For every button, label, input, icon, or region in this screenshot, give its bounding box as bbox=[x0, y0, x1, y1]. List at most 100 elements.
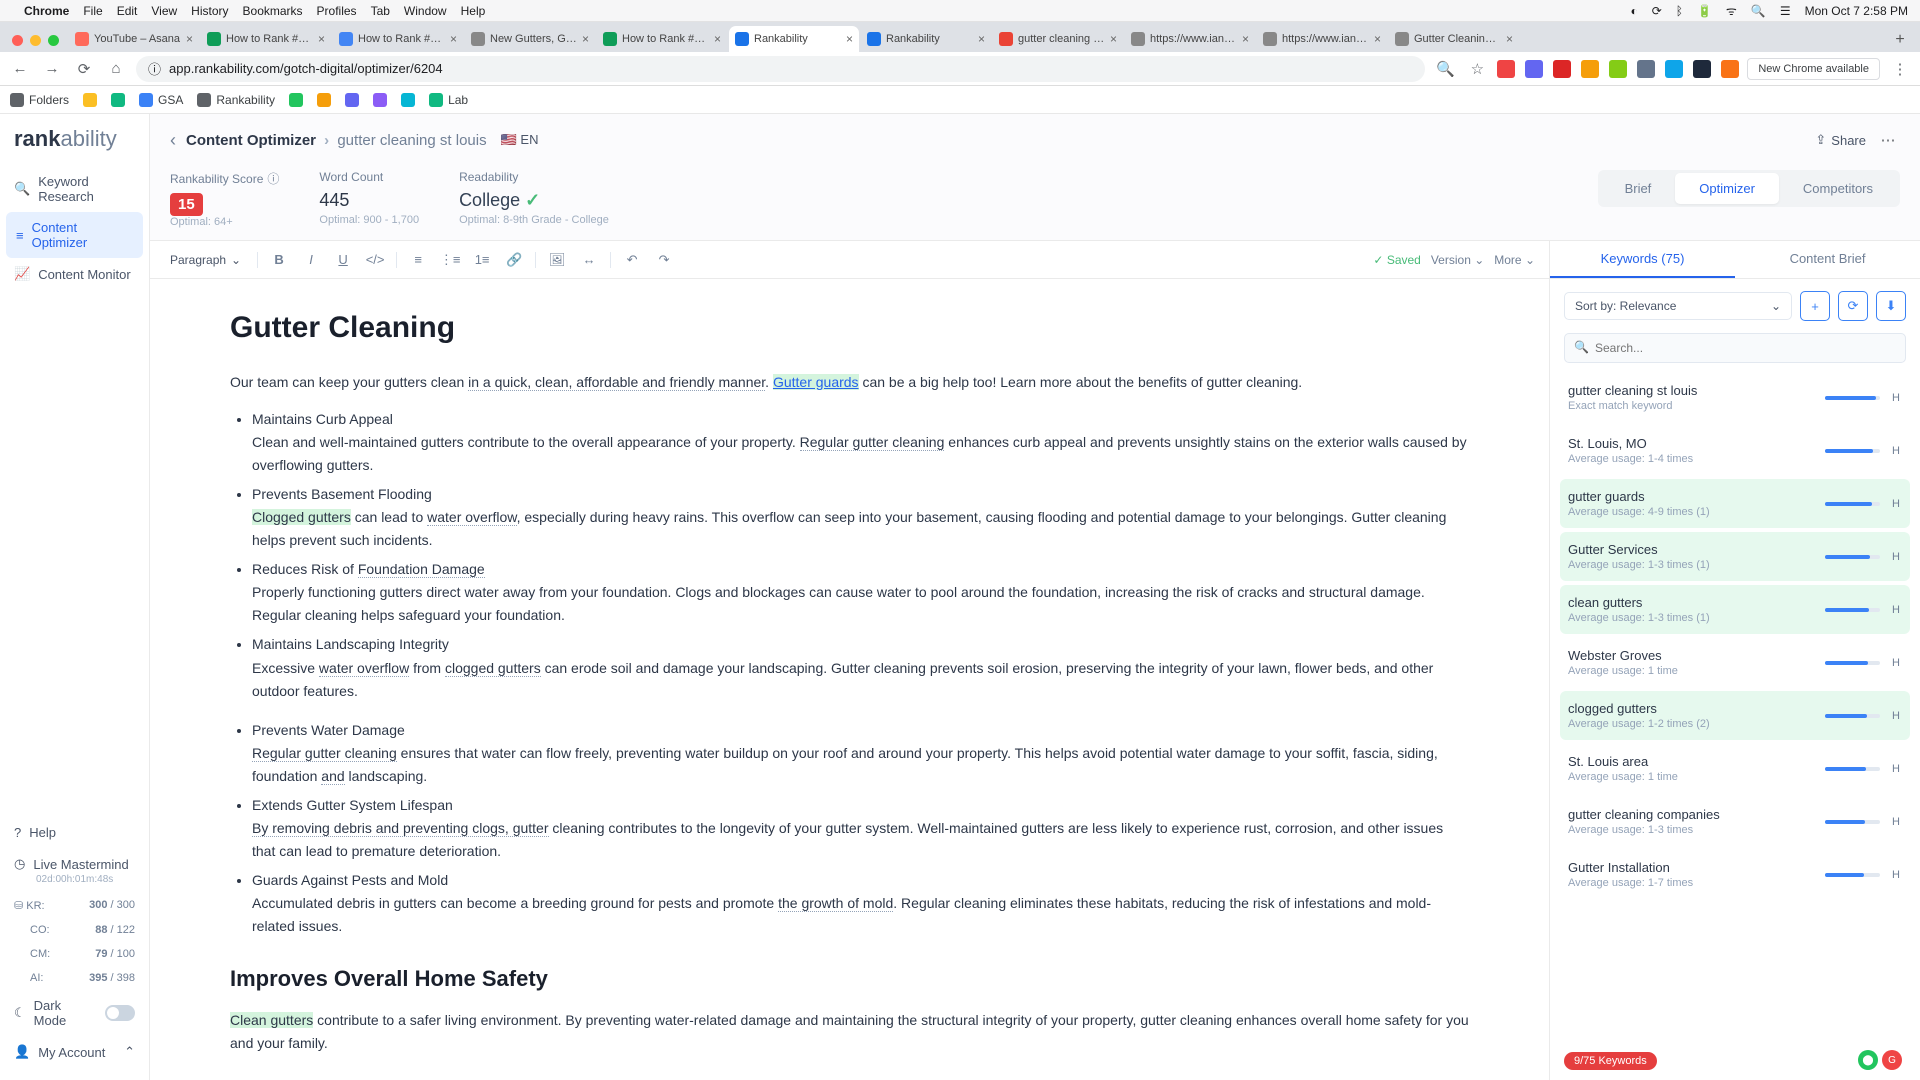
bookmark-folder[interactable]: Rankability bbox=[197, 93, 275, 107]
menu-profiles[interactable]: Profiles bbox=[317, 4, 357, 18]
window-controls[interactable] bbox=[8, 35, 67, 52]
italic-button[interactable]: I bbox=[300, 249, 322, 271]
dark-mode-toggle[interactable]: ☾Dark Mode bbox=[0, 990, 149, 1036]
browser-tab[interactable]: How to Rank #1 in G× bbox=[333, 26, 463, 52]
hr-button[interactable]: ↔ bbox=[578, 249, 600, 271]
close-tab-icon[interactable]: × bbox=[714, 32, 721, 46]
close-tab-icon[interactable]: × bbox=[186, 32, 193, 46]
undo-button[interactable]: ↶ bbox=[621, 249, 643, 271]
site-info-icon[interactable]: ⓘ bbox=[148, 59, 161, 78]
keyword-item[interactable]: Gutter InstallationAverage usage: 1-7 ti… bbox=[1560, 850, 1910, 899]
bookmark-item[interactable] bbox=[345, 93, 359, 107]
back-button[interactable]: ← bbox=[8, 57, 32, 81]
refresh-keywords-button[interactable]: ⟳ bbox=[1838, 291, 1868, 321]
extension-icon[interactable] bbox=[1609, 60, 1627, 78]
close-tab-icon[interactable]: × bbox=[978, 32, 985, 46]
close-tab-icon[interactable]: × bbox=[1242, 32, 1249, 46]
search-icon[interactable]: 🔍 bbox=[1751, 4, 1766, 18]
extension-icon[interactable] bbox=[1665, 60, 1683, 78]
bookmark-folder[interactable]: Folders bbox=[10, 93, 69, 107]
reload-button[interactable]: ⟳ bbox=[72, 57, 96, 81]
browser-tab[interactable]: Rankability× bbox=[729, 26, 859, 52]
bluetooth-icon[interactable]: ᛒ bbox=[1676, 4, 1683, 18]
close-tab-icon[interactable]: × bbox=[1110, 32, 1117, 46]
star-icon[interactable]: ☆ bbox=[1465, 57, 1489, 81]
keyword-item[interactable]: gutter guardsAverage usage: 4-9 times (1… bbox=[1560, 479, 1910, 528]
browser-tab[interactable]: New Gutters, Gutte× bbox=[465, 26, 595, 52]
browser-tab[interactable]: How to Rank #1 in G× bbox=[597, 26, 727, 52]
wifi-icon[interactable]: ᯤ bbox=[1726, 2, 1737, 19]
info-icon[interactable]: ⓘ bbox=[267, 170, 279, 187]
link-button[interactable]: 🔗 bbox=[503, 249, 525, 271]
browser-tab[interactable]: How to Rank #1 in G× bbox=[201, 26, 331, 52]
profile-avatar[interactable] bbox=[1721, 60, 1739, 78]
toggle-switch[interactable] bbox=[105, 1005, 135, 1021]
bookmark-item[interactable] bbox=[289, 93, 303, 107]
close-tab-icon[interactable]: × bbox=[846, 32, 853, 46]
code-button[interactable]: </> bbox=[364, 249, 386, 271]
logo[interactable]: rankability bbox=[0, 126, 149, 166]
close-tab-icon[interactable]: × bbox=[450, 32, 457, 46]
keyword-item[interactable]: gutter cleaning companiesAverage usage: … bbox=[1560, 797, 1910, 846]
bookmark-item[interactable] bbox=[401, 93, 415, 107]
menu-window[interactable]: Window bbox=[404, 4, 447, 18]
tab-keywords[interactable]: Keywords (75) bbox=[1550, 241, 1735, 278]
keyword-item[interactable]: clean guttersAverage usage: 1-3 times (1… bbox=[1560, 585, 1910, 634]
menu-bookmarks[interactable]: Bookmarks bbox=[243, 4, 303, 18]
sidebar-item-content-optimizer[interactable]: ≡Content Optimizer bbox=[6, 212, 143, 258]
close-tab-icon[interactable]: × bbox=[1374, 32, 1381, 46]
editor-content[interactable]: Gutter Cleaning Our team can keep your g… bbox=[150, 279, 1549, 1080]
forward-button[interactable]: → bbox=[40, 57, 64, 81]
block-type-select[interactable]: Paragraph ⌄ bbox=[164, 250, 247, 270]
image-button[interactable]: 🖼 bbox=[546, 249, 568, 271]
mac-clock[interactable]: Mon Oct 7 2:58 PM bbox=[1805, 4, 1908, 18]
add-keyword-button[interactable]: + bbox=[1800, 291, 1830, 321]
extension-icon[interactable] bbox=[1637, 60, 1655, 78]
keyword-item[interactable]: clogged guttersAverage usage: 1-2 times … bbox=[1560, 691, 1910, 740]
extension-icon[interactable] bbox=[1581, 60, 1599, 78]
status-icon[interactable]: ⟳ bbox=[1652, 4, 1662, 18]
close-window-icon[interactable] bbox=[12, 35, 23, 46]
redo-button[interactable]: ↷ bbox=[653, 249, 675, 271]
helper-badge[interactable]: ⬤ bbox=[1858, 1050, 1878, 1070]
bookmark-item[interactable] bbox=[317, 93, 331, 107]
new-tab-button[interactable]: + bbox=[1888, 28, 1912, 52]
ordered-list-button[interactable]: 1≡ bbox=[471, 249, 493, 271]
bullet-list-button[interactable]: ⋮≡ bbox=[439, 249, 461, 271]
sidebar-item-keyword-research[interactable]: 🔍Keyword Research bbox=[0, 166, 149, 212]
more-select[interactable]: More ⌄ bbox=[1494, 253, 1535, 267]
keyword-progress-pill[interactable]: 9/75 Keywords bbox=[1564, 1052, 1657, 1070]
helper-badge[interactable]: G bbox=[1882, 1050, 1902, 1070]
extension-icon[interactable] bbox=[1553, 60, 1571, 78]
home-button[interactable]: ⌂ bbox=[104, 57, 128, 81]
language-selector[interactable]: 🇺🇸 EN bbox=[501, 132, 539, 148]
bookmark-item[interactable] bbox=[83, 93, 97, 107]
keyword-item[interactable]: Webster GrovesAverage usage: 1 timeH bbox=[1560, 638, 1910, 687]
extension-icon[interactable] bbox=[1525, 60, 1543, 78]
tab-brief[interactable]: Brief bbox=[1601, 173, 1676, 204]
menu-file[interactable]: File bbox=[83, 4, 102, 18]
align-button[interactable]: ≡ bbox=[407, 249, 429, 271]
menu-view[interactable]: View bbox=[151, 4, 177, 18]
close-tab-icon[interactable]: × bbox=[1506, 32, 1513, 46]
bookmark-item[interactable]: GSA bbox=[139, 93, 183, 107]
extension-icon[interactable] bbox=[1497, 60, 1515, 78]
tab-optimizer[interactable]: Optimizer bbox=[1675, 173, 1779, 204]
keyword-item[interactable]: gutter cleaning st louisExact match keyw… bbox=[1560, 373, 1910, 422]
close-tab-icon[interactable]: × bbox=[582, 32, 589, 46]
bookmark-item[interactable] bbox=[111, 93, 125, 107]
crumb-root[interactable]: Content Optimizer bbox=[186, 132, 316, 149]
bookmark-item[interactable]: Lab bbox=[429, 93, 468, 107]
browser-tab[interactable]: Rankability× bbox=[861, 26, 991, 52]
mac-app-name[interactable]: Chrome bbox=[24, 4, 69, 18]
close-tab-icon[interactable]: × bbox=[318, 32, 325, 46]
sidebar-help[interactable]: ?Help bbox=[0, 817, 149, 848]
extensions-menu-icon[interactable] bbox=[1693, 60, 1711, 78]
export-keywords-button[interactable]: ⬇ bbox=[1876, 291, 1906, 321]
link-gutter-guards[interactable]: Gutter guards bbox=[773, 374, 859, 390]
version-select[interactable]: Version ⌄ bbox=[1431, 253, 1484, 267]
keyword-item[interactable]: St. Louis areaAverage usage: 1 timeH bbox=[1560, 744, 1910, 793]
keyword-search-input[interactable] bbox=[1564, 333, 1906, 363]
menu-history[interactable]: History bbox=[191, 4, 228, 18]
browser-tab[interactable]: https://www.iandsin× bbox=[1257, 26, 1387, 52]
